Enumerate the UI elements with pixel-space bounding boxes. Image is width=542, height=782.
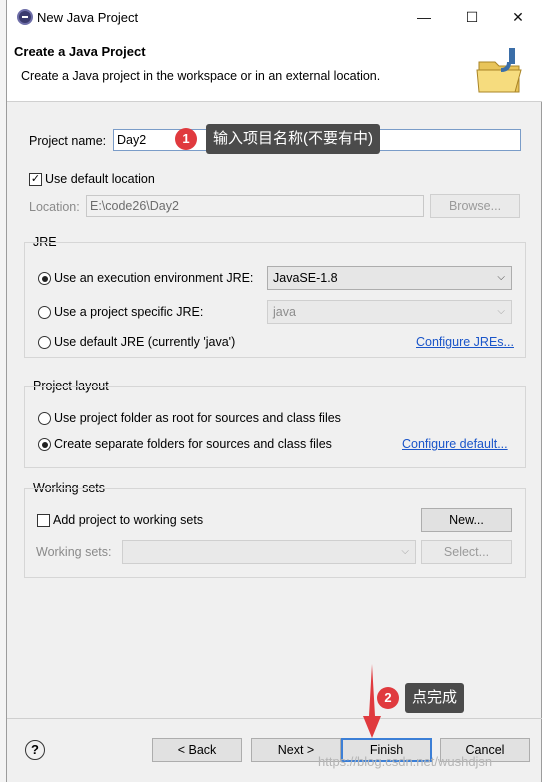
back-button[interactable]: < Back <box>152 738 242 762</box>
project-name-label: Project name: <box>29 134 107 148</box>
wizard-header: Create a Java Project Create a Java proj… <box>7 34 542 102</box>
separate-folders-label: Create separate folders for sources and … <box>54 437 332 451</box>
execution-environment-label: Use an execution environment JRE: <box>54 271 254 285</box>
minimize-button[interactable]: — <box>409 6 439 28</box>
project-layout-group <box>24 386 526 468</box>
execution-environment-radio[interactable] <box>38 272 51 285</box>
project-specific-jre-label: Use a project specific JRE: <box>54 305 204 319</box>
step-2-tooltip: 点完成 <box>405 683 465 713</box>
working-sets-combo[interactable]: ⌵ <box>122 540 416 564</box>
add-to-working-sets-checkbox[interactable] <box>37 514 50 527</box>
step-2-badge: 2 <box>377 687 399 709</box>
new-working-set-button[interactable]: New... <box>421 508 512 532</box>
java-project-folder-icon <box>476 48 522 93</box>
project-specific-jre-radio[interactable] <box>38 306 51 319</box>
use-default-location-checkbox[interactable]: ✓ <box>29 173 42 186</box>
project-specific-jre-combo[interactable]: java ⌵ <box>267 300 512 324</box>
use-default-location-label: Use default location <box>45 172 155 186</box>
close-button[interactable]: ✕ <box>503 6 533 28</box>
window-title: New Java Project <box>37 10 139 25</box>
help-icon[interactable]: ? <box>25 740 45 760</box>
chevron-down-icon: ⌵ <box>401 546 409 557</box>
execution-environment-combo[interactable]: JavaSE-1.8 ⌵ <box>267 266 512 290</box>
working-sets-label: Working sets: <box>36 545 112 559</box>
select-working-sets-button[interactable]: Select... <box>421 540 512 564</box>
add-to-working-sets-label: Add project to working sets <box>53 513 204 527</box>
button-bar-separator <box>7 718 542 719</box>
project-specific-jre-value: java <box>273 305 296 319</box>
eclipse-icon <box>17 9 33 25</box>
browse-button[interactable]: Browse... <box>430 194 520 218</box>
title-bar: New Java Project — ☐ ✕ <box>7 0 542 34</box>
chevron-down-icon: ⌵ <box>497 272 505 283</box>
page-title: Create a Java Project <box>14 44 146 59</box>
page-description: Create a Java project in the workspace o… <box>21 69 381 83</box>
chevron-down-icon: ⌵ <box>497 306 505 317</box>
watermark: https://blog.csdn.net/wushdjsn <box>318 754 493 769</box>
separate-folders-radio[interactable] <box>38 438 51 451</box>
step-1-tooltip: 输入项目名称(不要有中) <box>206 124 380 154</box>
default-jre-radio[interactable] <box>38 336 51 349</box>
configure-default-link[interactable]: Configure default... <box>402 437 508 451</box>
configure-jres-link[interactable]: Configure JREs... <box>416 335 514 349</box>
execution-environment-value: JavaSE-1.8 <box>273 271 338 285</box>
step-1-badge: 1 <box>175 128 197 150</box>
new-java-project-dialog: New Java Project — ☐ ✕ Create a Java Pro… <box>6 0 542 782</box>
location-label: Location: <box>29 200 80 214</box>
location-input[interactable]: E:\code26\Day2 <box>86 195 424 217</box>
maximize-button[interactable]: ☐ <box>457 6 487 28</box>
single-folder-label: Use project folder as root for sources a… <box>54 411 341 425</box>
default-jre-label: Use default JRE (currently 'java') <box>54 335 236 349</box>
single-folder-radio[interactable] <box>38 412 51 425</box>
working-sets-group <box>24 488 526 578</box>
